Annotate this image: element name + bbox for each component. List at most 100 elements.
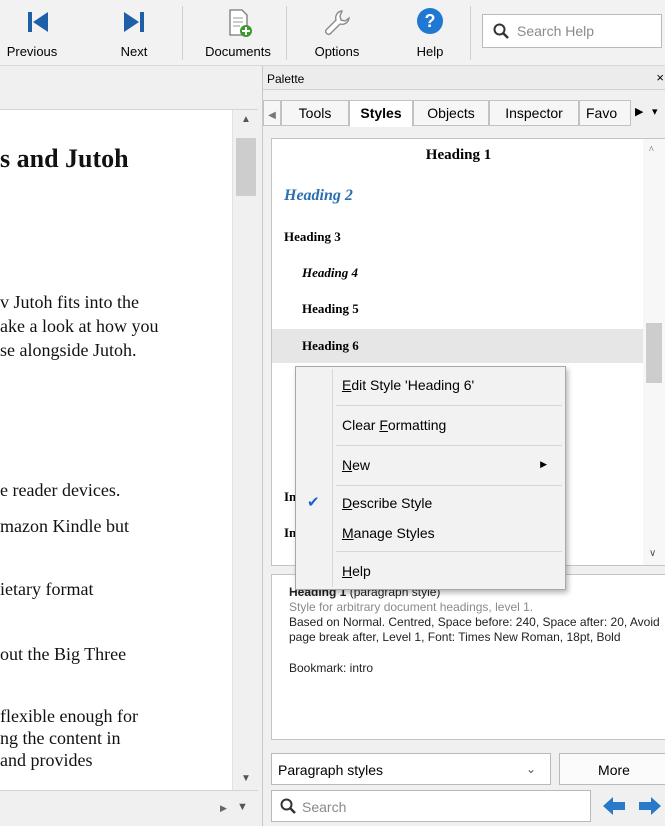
document-line: ietary format (0, 579, 94, 599)
toolbar-separator (182, 6, 183, 60)
search-icon (493, 23, 509, 39)
menu-separator (336, 405, 562, 406)
tab-menu-icon[interactable]: ▾ (652, 105, 658, 118)
scroll-up-icon[interactable]: ▲ (241, 114, 251, 125)
tab-tools[interactable]: Tools (281, 100, 349, 126)
menu-separator (336, 445, 562, 446)
next-button[interactable]: Next (106, 0, 162, 66)
next-icon (124, 12, 144, 32)
menu-item-label: Manage Styles (342, 525, 435, 541)
documents-label: Documents (205, 44, 271, 59)
tab-styles[interactable]: Styles (349, 100, 413, 127)
tab-favourites[interactable]: Favo (579, 100, 631, 126)
description-details: Based on Normal. Centred, Space before: … (289, 615, 660, 644)
style-item-heading-2[interactable]: Heading 2 (284, 187, 353, 205)
help-search-placeholder: Search Help (517, 23, 595, 39)
menu-item-label: Help (342, 563, 371, 579)
scroll-up-icon[interactable]: ^ (649, 145, 654, 156)
document-heading: s and Jutoh (0, 144, 129, 173)
description-summary: Style for arbitrary document headings, l… (289, 600, 534, 614)
menu-item-edit-style[interactable]: Edit Style 'Heading 6' (296, 371, 565, 399)
toolbar-separator (286, 6, 287, 60)
style-item-heading-6-label: Heading 6 (302, 338, 359, 353)
next-label: Next (120, 44, 148, 59)
document-vertical-scrollbar[interactable]: ▲ ▼ (232, 110, 258, 790)
overflow-menu-icon[interactable]: ▼ (237, 801, 248, 813)
style-type-select[interactable]: Paragraph styles ⌄ (271, 753, 551, 785)
help-search-input[interactable]: Search Help (482, 14, 662, 48)
style-item-heading-5[interactable]: Heading 5 (302, 301, 359, 317)
style-item-heading-6[interactable]: Heading 6 (272, 329, 644, 363)
menu-item-help[interactable]: Help (296, 557, 565, 585)
options-button[interactable]: Options (302, 0, 372, 66)
document-line: v Jutoh fits into the (0, 292, 139, 312)
menu-item-label: New (342, 457, 371, 473)
scroll-right-icon[interactable]: ▶ (220, 803, 227, 814)
document-line: and provides (0, 750, 93, 770)
document-bottom-bar: ▶ ▼ (0, 790, 258, 826)
document-line: ake a look at how you (0, 316, 159, 336)
previous-label: Previous (6, 44, 58, 59)
more-button[interactable]: More (559, 753, 665, 785)
menu-separator (336, 551, 562, 552)
style-item-heading-1[interactable]: Heading 1 (272, 147, 645, 164)
toolbar: Previous Next Documents Options ? Help S… (0, 0, 665, 66)
palette-bottom-bar: Paragraph styles ⌄ More Search (263, 750, 665, 826)
chevron-left-icon: ◀ (268, 110, 276, 121)
help-icon: ? (417, 8, 443, 34)
context-menu: Edit Style 'Heading 6' Clear Formatting … (295, 366, 566, 590)
document-line: e reader devices. (0, 480, 121, 500)
arrow-right-icon[interactable] (637, 794, 663, 818)
tab-favourites-label: Favo (586, 105, 618, 121)
menu-item-describe-style[interactable]: ✔ Describe Style (296, 489, 565, 517)
palette-title-bar: Palette × (263, 66, 665, 90)
description-bookmark: Bookmark: intro (289, 661, 374, 675)
scroll-down-icon[interactable]: ▼ (241, 773, 251, 784)
options-label: Options (314, 44, 360, 59)
style-item-heading-3[interactable]: Heading 3 (284, 229, 341, 245)
chevron-down-icon: ⌄ (525, 762, 536, 776)
document-line: out the Big Three (0, 644, 127, 664)
style-type-value: Paragraph styles (278, 762, 384, 778)
palette-tabs: ◀ Tools Styles Objects Inspector Favo ▶ … (263, 100, 665, 127)
tab-scroll-left[interactable]: ◀ (263, 100, 281, 126)
documents-icon (229, 9, 252, 37)
styles-search-input[interactable]: Search (271, 790, 591, 822)
tab-scroll-right-icon[interactable]: ▶ (635, 105, 643, 118)
menu-item-label: Describe Style (342, 495, 433, 511)
menu-item-new[interactable]: New ▶ (296, 451, 565, 479)
tab-inspector[interactable]: Inspector (489, 100, 579, 126)
arrow-left-icon[interactable] (601, 794, 627, 818)
scrollbar-thumb[interactable] (236, 138, 256, 196)
svg-text:?: ? (425, 11, 436, 31)
menu-item-manage-styles[interactable]: Manage Styles (296, 519, 565, 547)
menu-separator (336, 485, 562, 486)
toolbar-separator (470, 6, 471, 60)
previous-button[interactable]: Previous (0, 0, 76, 66)
document-line: mazon Kindle but (0, 516, 129, 536)
menu-item-label: Edit Style 'Heading 6' (342, 377, 475, 393)
styles-search-placeholder: Search (302, 799, 347, 815)
document-line: ng the content in (0, 728, 121, 748)
style-description-panel: Heading 1 (paragraph style) Style for ar… (271, 574, 665, 740)
previous-icon (28, 12, 48, 32)
document-editor[interactable]: s and Jutoh v Jutoh fits into the ake a … (0, 110, 232, 790)
submenu-arrow-icon: ▶ (540, 459, 547, 469)
wrench-icon (325, 10, 350, 35)
checkmark-icon: ✔ (307, 494, 320, 511)
close-icon[interactable]: × (656, 70, 664, 85)
scroll-down-icon[interactable]: ∨ (649, 548, 656, 559)
documents-button[interactable]: Documents (192, 0, 284, 66)
tab-objects[interactable]: Objects (413, 100, 489, 126)
help-label: Help (416, 44, 444, 59)
style-item-heading-4[interactable]: Heading 4 (302, 265, 358, 281)
scrollbar-thumb[interactable] (646, 323, 662, 383)
menu-item-clear-formatting[interactable]: Clear Formatting (296, 411, 565, 439)
palette-title: Palette (267, 72, 305, 86)
document-line: flexible enough for (0, 706, 138, 726)
document-header-bar (0, 66, 258, 110)
styles-list-scrollbar[interactable]: ^ ∨ (643, 139, 665, 565)
document-line: se alongside Jutoh. (0, 340, 137, 360)
help-button[interactable]: ? Help (400, 0, 460, 66)
search-icon (280, 798, 296, 814)
